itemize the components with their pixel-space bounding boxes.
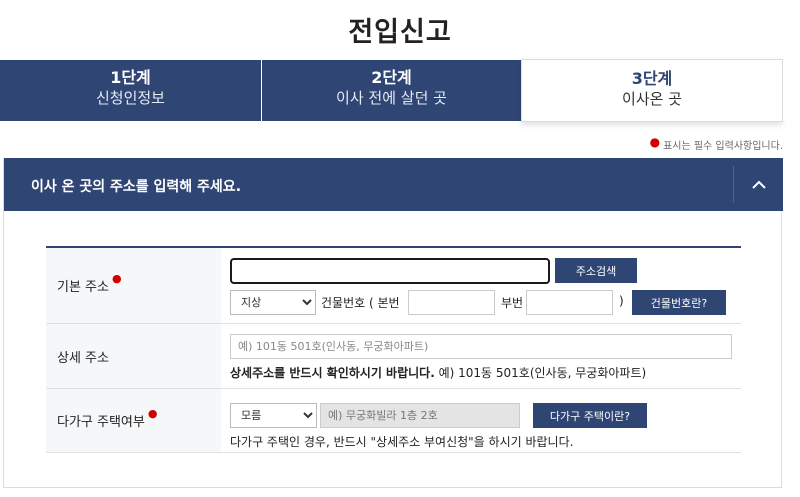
label-multi-household: 다가구 주택여부 ● (46, 389, 221, 452)
step-2-name: 이사 전에 살던 곳 (336, 89, 447, 107)
label-multi-household-text: 다가구 주택여부 (57, 415, 145, 430)
field-basic-address: 주소검색 지상 건물번호 ( 본번 부번 ) 건물번호란? (221, 248, 741, 323)
step-1: 1단계 신청인정보 (0, 60, 261, 121)
step-3-name: 이사온 곳 (622, 90, 682, 108)
chevron-up-icon (751, 180, 766, 189)
basic-address-input[interactable] (230, 258, 550, 284)
detail-address-input[interactable] (230, 334, 732, 359)
address-panel: 이사 온 곳의 주소를 입력해 주세요. 기본 주소 ● 주소검색 지상 건물번호… (3, 158, 783, 488)
step-1-number: 1단계 (110, 68, 151, 87)
detail-help-example: 예) 101동 501호(인사동, 무궁화아파트) (434, 366, 647, 380)
multi-household-help-button[interactable]: 다가구 주택이란? (533, 403, 647, 428)
page-title: 전입신고 (348, 17, 452, 48)
sub-number-label: 부번 (501, 296, 524, 310)
label-detail-address: 상세 주소 (46, 324, 221, 388)
building-number-help-button[interactable]: 건물번호란? (632, 290, 726, 315)
panel-title: 이사 온 곳의 주소를 입력해 주세요. (31, 179, 242, 195)
main-number-input[interactable] (408, 290, 495, 315)
step-2-number: 2단계 (371, 68, 412, 87)
row-basic-address: 기본 주소 ● 주소검색 지상 건물번호 ( 본번 부번 ) 건물번호란? (46, 248, 741, 324)
required-dot-icon: ● (111, 272, 122, 285)
detail-help-bold: 상세주소를 반드시 확인하시기 바랍니다. (230, 366, 435, 380)
collapse-toggle[interactable] (733, 166, 783, 203)
multi-household-unit-input[interactable] (320, 403, 520, 428)
step-1-name: 신청인정보 (95, 89, 165, 107)
step-bar-end (783, 60, 800, 121)
panel-header: 이사 온 곳의 주소를 입력해 주세요. (4, 158, 783, 211)
building-number-label: 건물번호 ( 본번 (321, 296, 400, 310)
address-search-button[interactable]: 주소검색 (555, 258, 637, 283)
label-detail-address-text: 상세 주소 (57, 350, 109, 366)
lot-type-select[interactable]: 지상 (230, 290, 316, 315)
required-dot-icon: ● (147, 407, 158, 420)
required-note-text: 표시는 필수 입력사항입니다. (663, 141, 783, 152)
step-3-number: 3단계 (631, 69, 673, 88)
required-dot-icon: ● (649, 135, 661, 149)
step-indicator: 1단계 신청인정보 2단계 이사 전에 살던 곳 3단계 이사온 곳 (0, 59, 800, 122)
close-paren: ) (619, 294, 624, 308)
field-multi-household: 모름 다가구 주택이란? 다가구 주택인 경우, 반드시 "상세주소 부여신청"… (221, 389, 741, 452)
label-basic-address: 기본 주소 ● (46, 248, 221, 323)
multi-household-help: 다가구 주택인 경우, 반드시 "상세주소 부여신청"을 하시기 바랍니다. (230, 435, 574, 449)
detail-address-help: 상세주소를 반드시 확인하시기 바랍니다. 예) 101동 501호(인사동, … (230, 364, 646, 381)
row-multi-household: 다가구 주택여부● 모름 다가구 주택이란? 다가구 주택인 경우, 반드시 "… (46, 389, 741, 453)
multi-household-select[interactable]: 모름 (230, 403, 317, 428)
required-note: ● 표시는 필수 입력사항입니다. (649, 135, 783, 152)
field-detail-address: 상세주소를 반드시 확인하시기 바랍니다. 예) 101동 501호(인사동, … (221, 324, 741, 388)
row-detail-address: 상세 주소 상세주소를 반드시 확인하시기 바랍니다. 예) 101동 501호… (46, 324, 741, 389)
label-basic-address-text: 기본 주소 (57, 280, 109, 295)
address-form: 기본 주소 ● 주소검색 지상 건물번호 ( 본번 부번 ) 건물번호란? 상세 … (46, 246, 741, 453)
step-3-active: 3단계 이사온 곳 (521, 59, 783, 122)
sub-number-input[interactable] (526, 290, 613, 315)
step-2: 2단계 이사 전에 살던 곳 (262, 60, 521, 121)
